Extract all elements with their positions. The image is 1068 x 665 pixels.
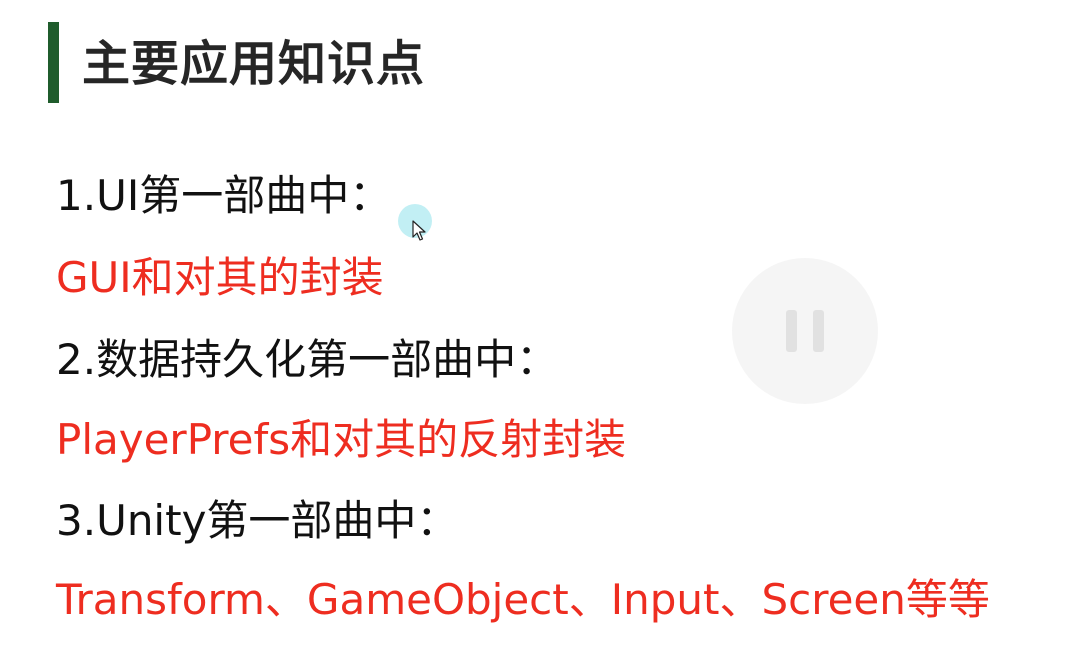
slide-title: 主要应用知识点 [82, 36, 426, 92]
item-2-heading: 2.数据持久化第一部曲中： [56, 335, 559, 384]
title-accent-bar [48, 22, 59, 103]
item-1-heading: 1.UI第一部曲中： [56, 171, 392, 220]
pause-icon-bar [813, 310, 824, 352]
pause-button[interactable] [732, 258, 878, 404]
item-2-detail: PlayerPrefs和对其的反射封装 [56, 415, 627, 464]
item-1-detail: GUI和对其的封装 [56, 253, 384, 302]
item-3-detail: Transform、GameObject、Input、Screen等等 [56, 575, 990, 624]
pause-icon [786, 310, 797, 352]
item-3-heading: 3.Unity第一部曲中： [56, 496, 459, 545]
mouse-cursor-icon [412, 220, 426, 241]
